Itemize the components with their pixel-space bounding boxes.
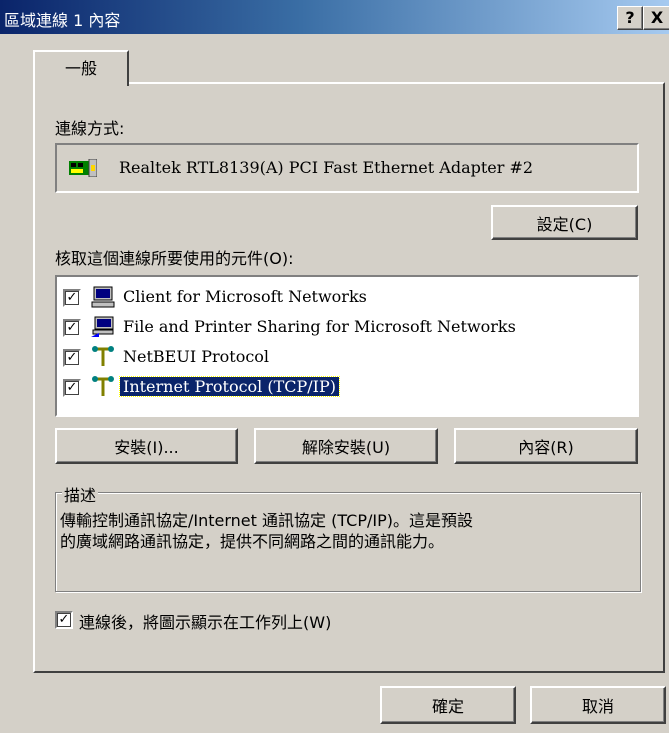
show-icon-checkbox[interactable]: ✓ (55, 611, 73, 629)
description-title: 描述 (62, 482, 99, 506)
tab-general[interactable]: 一般 (33, 50, 129, 86)
protocol-icon (92, 376, 114, 396)
uninstall-button[interactable]: 解除安裝(U) (254, 428, 438, 464)
list-item-label: NetBEUI Protocol (123, 347, 270, 366)
description-line: 的廣域網路通訊協定，提供不同網路之間的通訊能力。 (60, 532, 445, 551)
file-printer-sharing-icon (91, 316, 114, 337)
adapter-name: Realtek RTL8139(A) PCI Fast Ethernet Ada… (119, 158, 534, 177)
protocol-icon (92, 346, 114, 366)
close-button[interactable]: X (643, 6, 669, 30)
description-line: 傳輸控制通訊協定/Internet 通訊協定 (TCP/IP)。這是預設 (60, 511, 473, 530)
connect-using-label: 連線方式: (55, 119, 125, 138)
client-computer-icon (91, 286, 115, 308)
title-bar[interactable]: 區域連線 1 內容 ? X (0, 0, 669, 34)
list-item-label: File and Printer Sharing for Microsoft N… (123, 317, 516, 336)
list-item-label: Internet Protocol (TCP/IP) (118, 376, 341, 397)
window-title: 區域連線 1 內容 (4, 11, 121, 30)
description-text: 傳輸控制通訊協定/Internet 通訊協定 (TCP/IP)。這是預設 的廣域… (60, 510, 630, 552)
checkbox[interactable]: ✓ (63, 319, 81, 337)
list-item-label: Client for Microsoft Networks (123, 287, 367, 306)
adapter-box: Realtek RTL8139(A) PCI Fast Ethernet Ada… (55, 143, 639, 193)
components-label: 核取這個連線所要使用的元件(O): (55, 249, 294, 268)
components-list[interactable]: ✓ Client for Microsoft Networks ✓ File a… (55, 275, 639, 417)
install-button[interactable]: 安裝(I)... (55, 428, 238, 464)
checkbox[interactable]: ✓ (63, 349, 81, 367)
cancel-button[interactable]: 取消 (530, 686, 666, 724)
configure-button[interactable]: 設定(C) (491, 205, 638, 240)
ok-button[interactable]: 確定 (380, 686, 516, 724)
checkbox[interactable]: ✓ (63, 379, 81, 397)
checkbox[interactable]: ✓ (63, 289, 81, 307)
help-button[interactable]: ? (617, 6, 643, 30)
properties-button[interactable]: 內容(R) (454, 428, 638, 464)
show-icon-label: 連線後，將圖示顯示在工作列上(W) (79, 613, 332, 632)
network-card-icon (69, 159, 97, 177)
